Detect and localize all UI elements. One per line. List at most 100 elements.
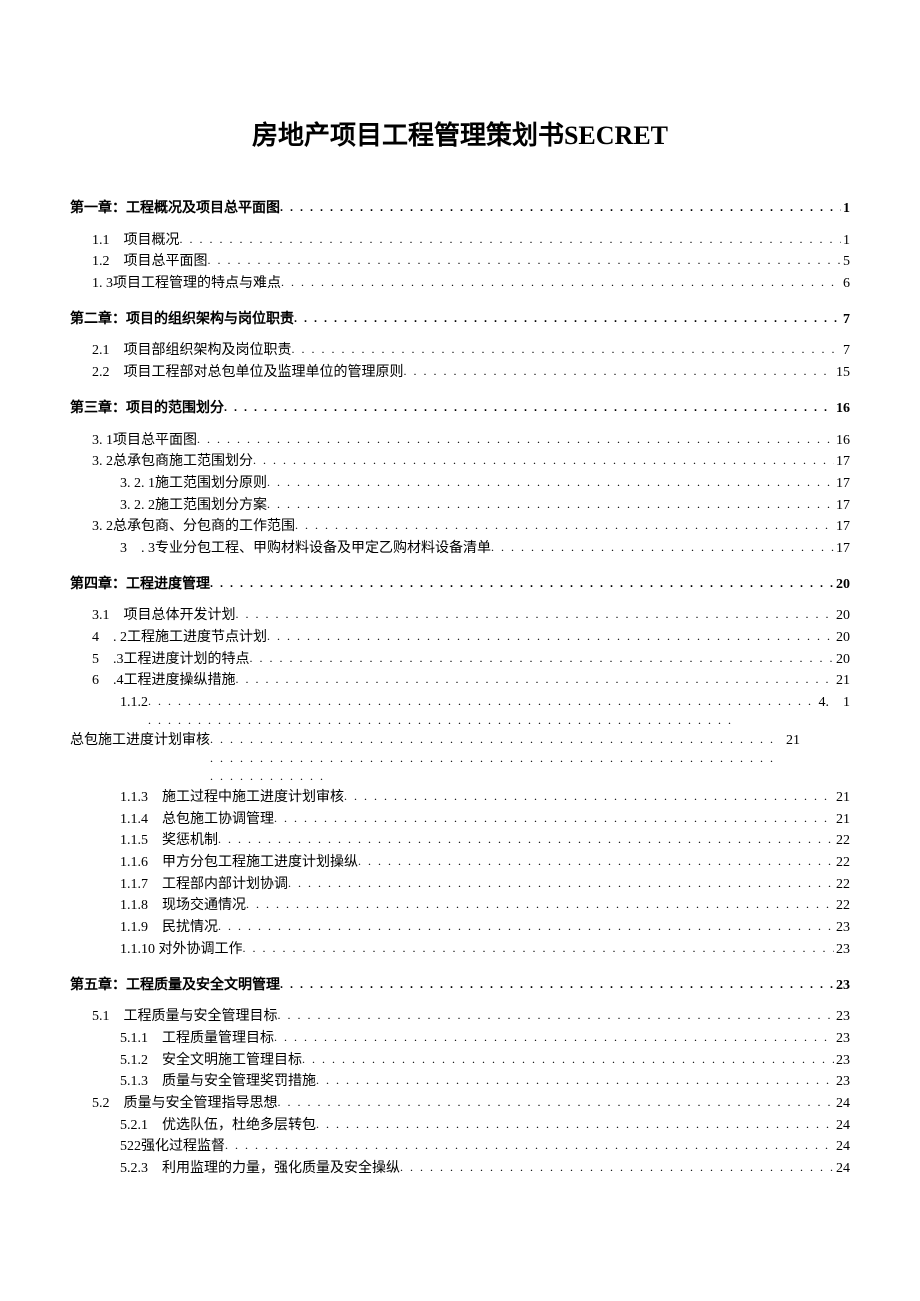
toc-section[interactable]: 3. 2总承包商施工范围划分 17 [70, 451, 850, 473]
toc-subsection[interactable]: 5.1.3 质量与安全管理奖罚措施23 [70, 1071, 850, 1093]
toc-label: 3. 2总承包商施工范围划分 [92, 451, 253, 473]
toc-section[interactable]: 3. 2总承包商、分包商的工作范围 17 [70, 516, 850, 538]
toc-subsection[interactable]: 3. 2. 2施工范围划分方案17 [70, 495, 850, 517]
toc-leader-dots [210, 730, 784, 786]
toc-section[interactable]: 2.2 项目工程部对总包单位及监理单位的管理原则 15 [70, 362, 850, 384]
toc-label: 1.1.5 奖惩机制 [120, 830, 218, 852]
toc-page-number: 20 [834, 574, 850, 596]
toc-page-number: 22 [834, 852, 850, 874]
toc-leader-dots [295, 516, 834, 535]
toc-leader-dots [197, 430, 834, 449]
toc-leader-dots [274, 809, 834, 828]
toc-label: 3.1 项目总体开发计划 [92, 605, 236, 627]
toc-subsection[interactable]: 5.1.1 工程质量管理目标23 [70, 1028, 850, 1050]
toc-label: 1.1 项目概况 [92, 230, 180, 252]
toc-label: 5.1.2 安全文明施工管理目标 [120, 1050, 302, 1072]
toc-subsection[interactable]: 3. 2. 1施工范围划分原则 17 [70, 473, 850, 495]
table-of-contents: 第一章：工程概况及项目总平面图11.1 项目概况11.2 项目总平面图51. 3… [70, 198, 850, 1180]
toc-subsection[interactable]: 3 . 3专业分包工程、甲购材料设备及甲定乙购材料设备清单17 [70, 538, 850, 560]
toc-page-number: 22 [834, 874, 850, 896]
toc-subsection[interactable]: 1.1.10 对外协调工作 23 [70, 939, 850, 961]
toc-subsection[interactable]: 1.1.5 奖惩机制 22 [70, 830, 850, 852]
document-page: 房地产项目工程管理策划书SECRET 第一章：工程概况及项目总平面图1 1.1 项… [0, 0, 920, 1230]
toc-label: 6 .4工程进度操纵措施 [92, 670, 236, 692]
toc-page-number: 23 [834, 1050, 850, 1072]
toc-label: 522强化过程监督 [120, 1136, 225, 1158]
toc-section[interactable]: 5.2 质量与安全管理指导思想24 [70, 1093, 850, 1115]
toc-label: 5.1 工程质量与安全管理目标 [92, 1006, 278, 1028]
toc-chapter[interactable]: 第五章：工程质量及安全文明管理23 [70, 975, 850, 997]
toc-leader-dots [400, 1158, 834, 1177]
toc-section[interactable]: 2.1 项目部组织架构及岗位职责7 [70, 340, 850, 362]
toc-leader-dots [236, 670, 835, 689]
toc-leader-dots [281, 273, 841, 292]
toc-label: 5.2.3 利用监理的力量，强化质量及安全操纵 [120, 1158, 400, 1180]
toc-chapter[interactable]: 第三章：项目的范围划分16 [70, 398, 850, 420]
toc-chapter[interactable]: 第二章：项目的组织架构与岗位职责7 [70, 309, 850, 331]
toc-page-number: 15 [834, 362, 850, 384]
toc-leader-dots [316, 1071, 834, 1090]
toc-section[interactable]: 1.2 项目总平面图5 [70, 251, 850, 273]
toc-label: 1.1.8 现场交通情况 [120, 895, 246, 917]
toc-subsection[interactable]: 522强化过程监督 24 [70, 1136, 850, 1158]
toc-page-number: 17 [834, 538, 850, 560]
toc-page-number: 23 [834, 939, 850, 961]
toc-section[interactable]: 3.1 项目总体开发计划20 [70, 605, 850, 627]
toc-subsection[interactable]: 1.1.9 民扰情况23 [70, 917, 850, 939]
toc-label: 1.1.2 [120, 692, 148, 714]
toc-label: 1.1.4 总包施工协调管理 [120, 809, 274, 831]
toc-page-number: 16 [834, 398, 850, 420]
toc-page-number: 24 [834, 1136, 850, 1158]
toc-leader-dots [267, 627, 834, 646]
toc-page-number: 20 [834, 649, 850, 671]
toc-page-number: 17 [834, 495, 850, 517]
toc-leader-dots [246, 895, 834, 914]
toc-chapter[interactable]: 第四章：工程进度管理 20 [70, 574, 850, 596]
toc-section[interactable]: 5 .3工程进度计划的特点20 [70, 649, 850, 671]
toc-subsection[interactable]: 1.1.3 施工过程中施工进度计划审核21 [70, 787, 850, 809]
toc-entry: 1.1.24. 1总包施工进度计划审核21 [70, 692, 850, 787]
toc-subsection[interactable]: 5.2.1 优选队伍，杜绝多层转包24 [70, 1115, 850, 1137]
toc-leader-dots [225, 1136, 834, 1155]
toc-page-number: 17 [834, 451, 850, 473]
document-title: 房地产项目工程管理策划书SECRET [70, 115, 850, 152]
toc-section[interactable]: 3. 1项目总平面图 16 [70, 430, 850, 452]
toc-section[interactable]: 6 .4工程进度操纵措施21 [70, 670, 850, 692]
toc-leader-dots [274, 1028, 834, 1047]
toc-section[interactable]: 5.1 工程质量与安全管理目标 23 [70, 1006, 850, 1028]
toc-label: 第四章：工程进度管理 [70, 574, 210, 596]
toc-section[interactable]: 4 . 2工程施工进度节点计划20 [70, 627, 850, 649]
toc-label: 3. 2总承包商、分包商的工作范围 [92, 516, 295, 538]
toc-page-number: 24 [834, 1158, 850, 1180]
toc-label: 2.2 项目工程部对总包单位及监理单位的管理原则 [92, 362, 404, 384]
toc-section[interactable]: 1.1 项目概况1 [70, 230, 850, 252]
toc-page-number: 23 [834, 1006, 850, 1028]
toc-page-number: 7 [841, 340, 850, 362]
toc-leader-dots [288, 874, 834, 893]
toc-page-number: 22 [834, 830, 850, 852]
toc-label: 1. 3项目工程管理的特点与难点 [92, 273, 281, 295]
toc-page-number: 17 [834, 516, 850, 538]
toc-section[interactable]: 1. 3项目工程管理的特点与难点 6 [70, 273, 850, 295]
toc-subsection[interactable]: 5.2.3 利用监理的力量，强化质量及安全操纵 24 [70, 1158, 850, 1180]
toc-leader-dots [253, 451, 834, 470]
toc-page-number: 21 [784, 730, 800, 752]
toc-label: 1.1.10 对外协调工作 [120, 939, 243, 961]
toc-subsection[interactable]: 1.1.4 总包施工协调管理21 [70, 809, 850, 831]
toc-label: 3. 1项目总平面图 [92, 430, 197, 452]
toc-page-number: 17 [834, 473, 850, 495]
toc-page-number: 6 [841, 273, 850, 295]
toc-subsection[interactable]: 1.1.8 现场交通情况22 [70, 895, 850, 917]
toc-chapter[interactable]: 第一章：工程概况及项目总平面图1 [70, 198, 850, 220]
toc-label: 3. 2. 1施工范围划分原则 [120, 473, 267, 495]
toc-leader-dots [224, 398, 834, 417]
toc-leader-dots [236, 605, 835, 624]
toc-label: 1.2 项目总平面图 [92, 251, 208, 273]
toc-subsection[interactable]: 5.1.2 安全文明施工管理目标 23 [70, 1050, 850, 1072]
toc-page-number: 1 [841, 198, 850, 220]
toc-subsection[interactable]: 1.1.6 甲方分包工程施工进度计划操纵22 [70, 852, 850, 874]
toc-leader-dots [292, 340, 842, 359]
toc-subsection[interactable]: 1.1.7 工程部内部计划协调22 [70, 874, 850, 896]
toc-inline-text: 4. 1 [817, 692, 851, 714]
toc-page-number: 16 [834, 430, 850, 452]
